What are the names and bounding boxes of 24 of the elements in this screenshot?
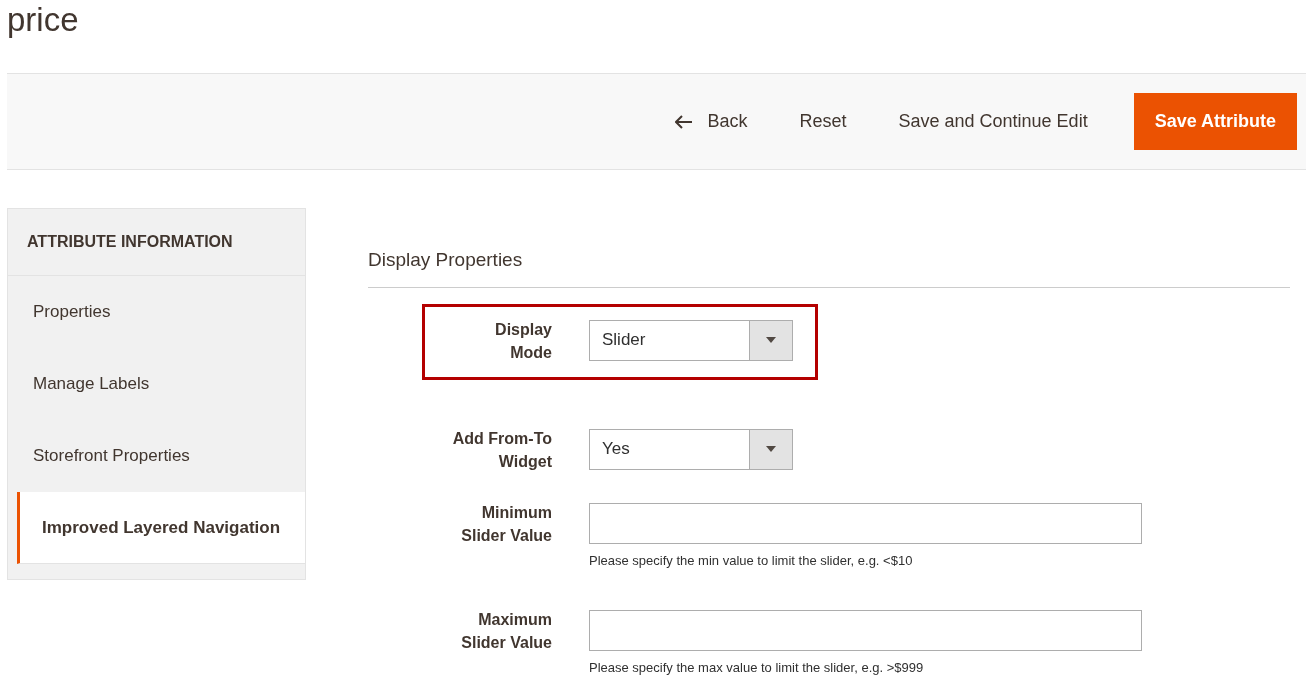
sidebar-item[interactable]: Storefront Properties <box>8 420 305 492</box>
field-label: Maximum Slider Value <box>460 610 552 653</box>
field-note: Please specify the max value to limit the slider, e.g. >$999 <box>589 659 925 677</box>
field-note: Please specify the min value to limit the slider, e.g. <$10 <box>589 551 914 570</box>
toolbar-button[interactable]: Save and Continue Edit <box>876 93 1110 150</box>
sidebar-title: ATTRIBUTE INFORMATION <box>8 209 305 276</box>
sidebar-item[interactable]: Properties <box>8 276 305 348</box>
save-button[interactable]: Save Attribute <box>1133 93 1297 150</box>
dropdown[interactable]: Yes <box>589 428 793 470</box>
field-label: Display Mode <box>494 319 552 363</box>
dropdown[interactable]: Slider <box>589 319 793 361</box>
field-label: Add From-To Widget <box>451 428 552 472</box>
section-title: Display Properties <box>368 246 1290 288</box>
field-label: Minimum Slider Value <box>460 502 552 546</box>
caret-icon <box>766 337 776 343</box>
sidebar-item[interactable]: Manage Labels <box>8 348 305 420</box>
back-button[interactable]: Back <box>657 93 766 150</box>
sidebar-item[interactable]: Improved Layered Navigation <box>17 492 305 564</box>
left-arrow-icon <box>675 114 694 129</box>
toolbar-button[interactable]: Reset <box>777 93 869 150</box>
input-field[interactable] <box>589 502 1142 544</box>
page-title: price <box>6 0 80 40</box>
caret-icon <box>766 446 776 452</box>
input-field[interactable] <box>589 610 1142 651</box>
